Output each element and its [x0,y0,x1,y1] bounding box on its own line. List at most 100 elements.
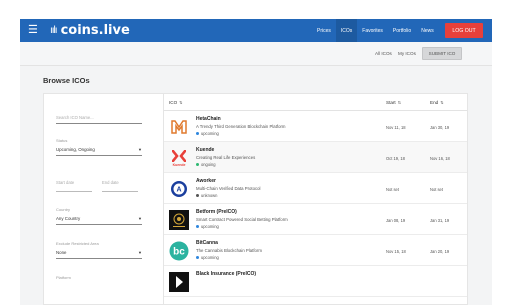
country-field[interactable]: Country Any Country ▼ [56,207,142,225]
status-text: upcoming [201,131,219,136]
col-end[interactable]: End ⇅ [430,100,444,105]
status-dot-icon [196,194,199,197]
status-text: upcoming [201,224,219,229]
top-navbar: ☰ ıılı coins.live Prices ICOs Favorites … [20,19,492,42]
svg-text:A: A [176,187,181,194]
status-text: upcoming [201,255,219,260]
end-date: Nov 16, 18 [430,156,450,161]
col-end-label: End [430,100,439,105]
status-dot-icon [196,256,199,259]
status-dot-icon [196,132,199,135]
ico-description: Creating Real Life Experiences [196,155,256,160]
sort-icon[interactable]: ⇅ [440,100,443,105]
nav-news[interactable]: News [416,19,439,42]
platform-label: Platform [56,275,71,280]
status-select[interactable]: Upcoming, Ongoing [56,147,95,152]
start-date: Jan 08, 19 [386,218,406,223]
ico-description: A Trendy Third Generation Blockchain Pla… [196,124,286,129]
chevron-down-icon[interactable]: ▼ [138,216,142,221]
ico-description: Multi-Chain Verified Data Protocol [196,186,261,191]
table-row[interactable]: Black Insurance (PreICO) [164,266,467,297]
logout-button[interactable]: LOG OUT [445,23,483,38]
brand-name[interactable]: coins.live [61,23,130,38]
list-header: ICO ⇅ Start ⇅ End ⇅ [164,94,467,111]
my-icos-link[interactable]: My ICOs [398,51,416,56]
status-dot-icon [196,163,199,166]
status-field[interactable]: Status Upcoming, Ongoing ▼ [56,138,142,156]
ico-name[interactable]: Kuende [196,147,214,153]
exclude-field[interactable]: Exclude Restricted Area None ▼ [56,241,142,259]
status-underline [56,155,142,156]
exclude-underline [56,258,142,259]
table-row[interactable]: Betform (PreICO) Smart Contract Powered … [164,204,467,235]
status-badge: upcoming [196,255,219,260]
start-date: Nov 15, 18 [386,249,406,254]
hetachain-logo-icon [169,117,189,137]
ico-list: ICO ⇅ Start ⇅ End ⇅ HetaChain A Trendy Thir… [163,93,468,305]
status-badge: upcoming [196,224,219,229]
ico-name[interactable]: BitCanna [196,240,218,246]
page-title: Browse ICOs [43,76,90,85]
status-dot-icon [196,225,199,228]
chevron-down-icon[interactable]: ▼ [138,147,142,152]
filters-panel: Search ICO Name... Status Upcoming, Ongo… [43,93,177,305]
end-date-input[interactable]: End date [102,180,138,185]
main-content: Browse ICOs Search ICO Name... Status Up… [20,66,492,305]
status-badge: ongoing [196,162,216,167]
nav-favorites[interactable]: Favorites [357,19,388,42]
ico-name[interactable]: HetaChain [196,116,221,122]
start-date-field[interactable]: Start date [56,180,92,192]
end-date-underline [102,191,138,192]
country-select[interactable]: Any Country [56,216,80,221]
ico-description: Smart Contract Powered Social Betting Pl… [196,217,288,222]
table-row[interactable]: HetaChain A Trendy Third Generation Bloc… [164,111,467,142]
all-icos-link[interactable]: All ICOs [375,51,392,56]
status-badge: upcoming [196,131,219,136]
start-date: Not set [386,187,399,192]
bitcanna-logo-icon: bc [169,241,189,261]
nav-prices[interactable]: Prices [312,19,336,42]
kuende-logo-icon: Kuende [169,148,189,168]
exclude-label: Exclude Restricted Area [56,241,99,246]
hamburger-menu-icon[interactable]: ☰ [28,25,48,36]
svg-text:bc: bc [173,247,185,258]
status-text: unknown [201,193,218,198]
table-row[interactable]: bc BitCanna The Cannabis Blockchain Plat… [164,235,467,266]
submit-ico-button[interactable]: SUBMIT ICO [422,47,462,60]
betform-logo-icon [169,210,189,230]
brand-logo-icon: ıılı [50,25,58,36]
col-start-label: Start [386,100,396,105]
table-row[interactable]: A Aworker Multi-Chain Verified Data Prot… [164,173,467,204]
end-date: Jan 31, 19 [430,218,450,223]
start-date-input[interactable]: Start date [56,180,92,185]
main-nav: Prices ICOs Favorites Portfolio News [312,19,439,42]
col-start[interactable]: Start ⇅ [386,100,401,105]
end-date-field[interactable]: End date [102,180,138,192]
search-input[interactable]: Search ICO Name... [56,115,142,120]
ico-name[interactable]: Aworker [196,178,216,184]
nav-portfolio[interactable]: Portfolio [388,19,416,42]
col-ico-label: ICO [169,100,178,105]
col-ico[interactable]: ICO ⇅ [169,100,183,105]
end-date: Jan 30, 19 [430,125,450,130]
nav-icos[interactable]: ICOs [335,19,358,42]
ico-name[interactable]: Betform (PreICO) [196,209,237,215]
ico-name[interactable]: Black Insurance (PreICO) [196,271,256,277]
search-underline [56,123,142,124]
start-date: Nov 11, 18 [386,125,406,130]
exclude-select[interactable]: None [56,250,67,255]
black-insurance-logo-icon [169,272,189,292]
country-label: Country [56,207,71,212]
search-field[interactable]: Search ICO Name... [56,115,142,124]
sort-icon[interactable]: ⇅ [398,100,401,105]
sub-navbar: All ICOs My ICOs SUBMIT ICO [20,42,492,66]
platform-field[interactable]: Platform [56,275,142,280]
start-date: Oct 19, 18 [386,156,405,161]
table-row[interactable]: Kuende Kuende Creating Real Life Experie… [164,142,467,173]
start-date-underline [56,191,92,192]
sort-icon[interactable]: ⇅ [179,100,182,105]
status-label: Status [56,138,68,143]
chevron-down-icon[interactable]: ▼ [138,250,142,255]
status-text: ongoing [201,162,216,167]
aworker-logo-icon: A [169,179,189,199]
